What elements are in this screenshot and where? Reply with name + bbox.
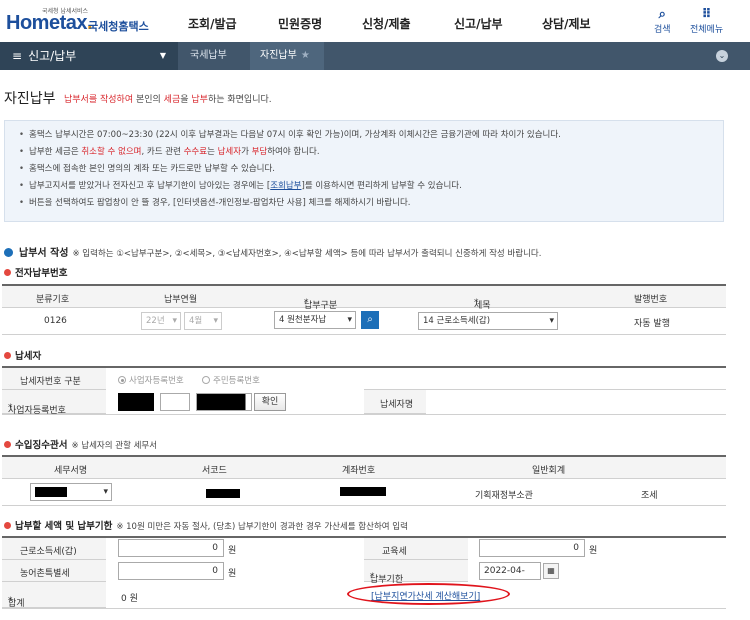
bullet-icon [4,352,11,359]
redacted-field [118,393,154,411]
breadcrumb-label: 국세납부 [190,50,227,61]
col-general-account: 일반회계 [532,466,566,476]
redacted-field [35,487,67,497]
deadline-label-cell: * 납부기한 [364,560,468,585]
gnb-consult[interactable]: 상담/제보 [542,15,591,32]
bullet-icon [4,441,11,448]
section-bullet-icon [4,248,13,257]
taxpayer-heading: 납세자 [4,348,41,362]
edu-tax-input[interactable]: 0 [479,539,585,557]
rural-tax-label-cell: 농어촌특별세 [2,560,106,582]
electronic-number-heading: 전자납부번호 [4,265,67,279]
col-category-code: 분류기호 [36,295,70,305]
form-section-title: 납부서 작성 ※ 입력하는 ①<납부구분>, ②<세목>, ③<납세자번호>, ④… [4,244,541,259]
income-tax-label-cell: 근로소득세(갑) [2,538,106,560]
row-divider [2,414,726,415]
site-header: 국세청 납세서비스 Hometax. 국세청홈택스 조회/발급 민원증명 신청/… [0,0,750,42]
won-unit: 원 [589,546,598,556]
notice-box: 홈택스 납부시간은 07:00~23:30 (22시 이후 납부결과는 다음날 … [4,120,724,222]
search-button[interactable]: ⌕ 검색 [654,7,671,36]
gnb-certificate[interactable]: 민원증명 [278,15,322,32]
search-label: 검색 [654,25,671,35]
page-description: 납부서를 작성하여 본인의 세금을 납부하는 화면입니다. [64,95,272,105]
notice-item: 홈택스에 접속한 본인 명의의 계좌 또는 카드로만 납부할 수 있습니다. [19,161,723,178]
row-divider [2,505,726,506]
chevron-down-icon[interactable]: ⌄ [716,50,728,62]
total-label-cell: * 합계 [2,582,106,609]
redacted-field [196,393,252,411]
deadline-input[interactable]: 2022-04-20 [479,562,541,580]
notice-item: 납부고지서를 받았거나 전자신고 후 납부기한이 남아있는 경우에는 [조회납부… [19,178,723,195]
payment-type-select[interactable]: 4 원천분자납 [274,311,356,329]
breadcrumb-tax-payment[interactable]: 국세납부 [178,42,250,70]
page-title: 자진납부 [4,91,56,107]
highlight-circle [347,583,510,605]
year-select[interactable]: 22년 [141,312,181,330]
bullet-icon [4,522,11,529]
office-heading: 수입징수관서 ※ 납세자의 관할 세무서 [4,437,157,451]
rural-tax-input[interactable]: 0 [118,562,224,580]
logo-wordmark: Hometax. [6,12,93,34]
nav-category-dropdown[interactable]: ≡ 신고/납부 ▼ [0,42,178,70]
biz-number-label-cell: * 사업자등록번호 [2,390,106,416]
tax-office-select[interactable] [30,483,112,501]
redacted-field [340,487,386,496]
location-bar: ≡ 신고/납부 ▼ 국세납부 자진납부 ★ ⌄ [0,42,750,70]
col-issue-no: 발행번호 [634,295,668,305]
income-tax-input[interactable]: 0 [118,539,224,557]
id-type-label-cell: 납세자번호 구분 [2,368,106,390]
row-divider [2,334,726,335]
tax-item-select[interactable]: 14 근로소득세(갑) [418,312,558,330]
office-table-header: 세무서명 서코드 계좌번호 일반회계 [2,457,726,479]
electronic-table-header: 분류기호 납부연월 * 납부구분 * 세목 발행번호 [2,286,726,311]
nav-category-label: 신고/납부 [28,49,77,63]
gnb-application[interactable]: 신청/제출 [362,15,411,32]
account-name-value: 기획재정부소관 [475,491,533,501]
amount-heading: 납부할 세액 및 납부기한 ※ 10원 미만은 자동 절사, (당초) 납부기한이… [4,518,408,532]
notice-item: 홈택스 납부시간은 07:00~23:30 (22시 이후 납부결과는 다음날 … [19,127,723,144]
calendar-icon[interactable]: ▦ [543,563,559,579]
row-divider [2,608,726,609]
grid-menu-icon: ⠿ [701,7,712,22]
hometax-logo[interactable]: 국세청 납세서비스 Hometax. 국세청홈택스 [6,6,149,36]
biz-number-middle-input[interactable] [160,393,190,411]
caret-down-icon: ▼ [159,51,166,60]
all-menu-button[interactable]: ⠿ 전체메뉴 [690,7,724,36]
inquiry-payment-link[interactable]: 조회납부 [270,181,301,191]
col-office-name: 세무서명 [54,466,88,476]
col-account-number: 계좌번호 [342,466,376,476]
edu-tax-label-cell: 교육세 [364,538,468,560]
radio-business-number[interactable]: 사업자등록번호 [118,374,184,386]
won-unit: 원 [228,546,237,556]
gnb-report-pay[interactable]: 신고/납부 [454,15,503,32]
taxpayer-name-label-cell: 납세자명 [364,390,426,414]
radio-resident-number[interactable]: 주민등록번호 [202,374,260,386]
all-menu-label: 전체메뉴 [690,25,724,35]
notice-item: 납부한 세금은 취소할 수 없으며, 카드 관련 수수료는 납세자가 부담하여야… [19,144,723,161]
gnb-inquiry[interactable]: 조회/발급 [188,15,237,32]
category-code-value: 0126 [44,316,67,326]
won-unit: 원 [228,569,237,579]
notice-item: 버튼을 선택하여도 팝업창이 안 뜰 경우, [인터넷옵션-개인정보-팝업차단 … [19,195,723,212]
total-value: 0 원 [121,594,138,604]
star-icon[interactable]: ★ [301,50,310,61]
redacted-field [206,489,240,498]
confirm-button[interactable]: 확인 [254,393,286,411]
col-pay-month: 납부연월 [164,295,198,305]
issue-number-value: 자동 발행 [634,319,670,329]
breadcrumb-self-payment[interactable]: 자진납부 ★ [250,42,324,70]
month-select[interactable]: 4월 [184,312,222,330]
hamburger-icon: ≡ [12,49,23,63]
blank-cell [364,368,726,390]
search-icon[interactable]: ⌕ [361,311,379,329]
bullet-icon [4,269,11,276]
breadcrumb-label: 자진납부 [260,50,297,61]
col-office-code: 서코드 [202,466,227,476]
logo-subtitle: 국세청홈택스 [88,20,149,33]
search-icon: ⌕ [658,7,666,22]
account-type-value: 조세 [641,491,658,501]
